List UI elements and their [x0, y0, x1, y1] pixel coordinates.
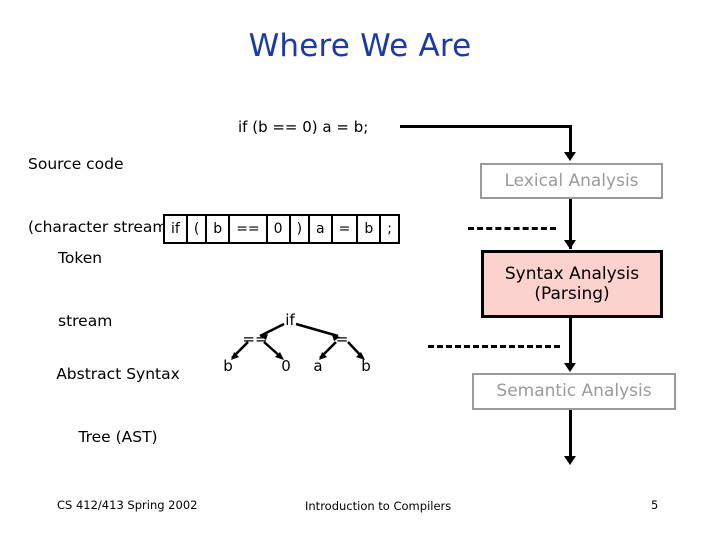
ast-leaf-b-left: b [223, 357, 233, 375]
ast-leaf-a: a [313, 357, 323, 375]
token-cell: ) [290, 216, 311, 242]
syntax-to-semantic-arrowhead [564, 363, 576, 372]
source-code-text: if (b == 0) a = b; [238, 118, 369, 136]
token-cell: == [230, 216, 268, 242]
token-stream-boxes: if ( b == 0 ) a = b ; [163, 214, 400, 244]
ast-node-left-op: == [242, 330, 268, 348]
phase-box-semantic-analysis[interactable]: Semantic Analysis [472, 373, 676, 410]
phase-box-syntax-analysis[interactable]: Syntax Analysis (Parsing) [481, 250, 663, 318]
ast-leaf-zero: 0 [281, 357, 291, 375]
slide-canvas: Where We Are Source code (character stre… [0, 0, 720, 540]
semantic-output-arrowhead [564, 456, 576, 465]
token-cell: ; [381, 216, 398, 242]
source-to-lexical-arrowhead [564, 152, 576, 161]
phase-box-lexical-analysis[interactable]: Lexical Analysis [480, 163, 663, 199]
footer-course-info: CS 412/413 Spring 2002 [57, 498, 198, 512]
ast-tree-diagram: if == = b 0 a b [206, 306, 386, 384]
token-cell: if [165, 216, 188, 242]
footer-title: Introduction to Compilers [305, 499, 452, 513]
source-to-lexical-horizontal-line [400, 125, 572, 128]
ast-label-line1: Abstract Syntax [56, 364, 180, 383]
token-stream-arrowhead [564, 240, 576, 249]
source-code-label-line1: Source code [28, 154, 124, 173]
ast-leaf-b-right: b [361, 357, 371, 375]
source-to-lexical-vertical-line [569, 125, 572, 153]
ast-node-right-op: = [335, 330, 349, 348]
token-stream-dashed-connector [468, 227, 556, 230]
token-cell: b [358, 216, 382, 242]
token-cell: a [310, 216, 333, 242]
token-cell: b [207, 216, 231, 242]
ast-label: Abstract Syntax Tree (AST) [18, 322, 218, 489]
semantic-output-vertical-line [569, 410, 572, 458]
page-title: Where We Are [248, 28, 472, 64]
token-stream-label-line1: Token [58, 248, 103, 267]
footer-page-number: 5 [651, 498, 659, 512]
syntax-to-semantic-vertical-line [569, 318, 572, 367]
ast-tree-edges [231, 322, 365, 360]
ast-node-root: if [285, 311, 295, 329]
token-cell: ( [187, 216, 208, 242]
token-cell: 0 [267, 216, 291, 242]
token-cell: = [332, 216, 359, 242]
ast-dashed-connector [428, 345, 560, 348]
ast-label-line2: Tree (AST) [78, 427, 158, 446]
